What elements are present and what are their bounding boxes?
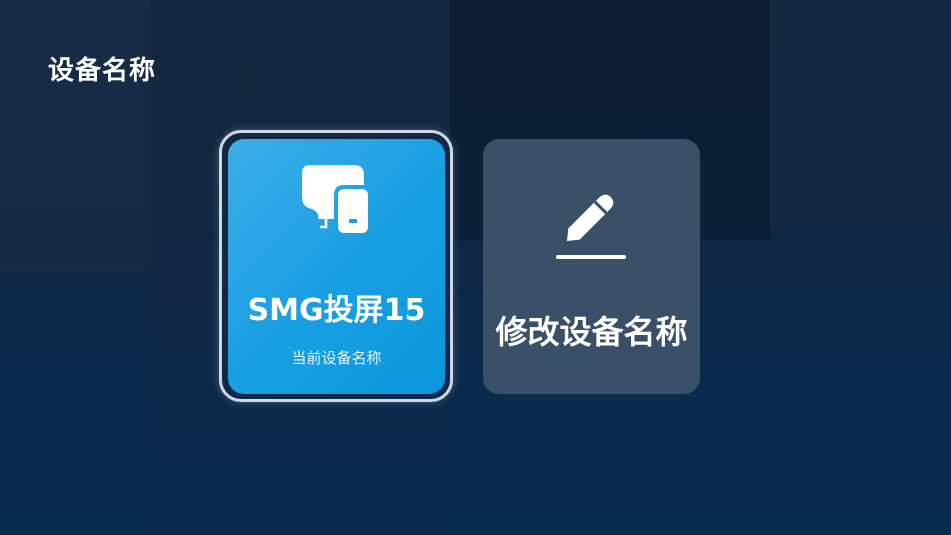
- current-device-name-card[interactable]: SMG投屏15 当前设备名称: [228, 139, 445, 394]
- device-name-caption: 当前设备名称: [291, 349, 382, 367]
- background-panel: [770, 0, 951, 230]
- background-panel: [0, 0, 150, 270]
- pencil-icon: [556, 194, 626, 259]
- edit-device-name-button[interactable]: 修改设备名称: [483, 139, 700, 394]
- cast-devices-icon: [302, 165, 368, 233]
- edit-device-name-label: 修改设备名称: [495, 313, 688, 351]
- device-name: SMG投屏15: [247, 293, 426, 328]
- page-title: 设备名称: [48, 56, 157, 86]
